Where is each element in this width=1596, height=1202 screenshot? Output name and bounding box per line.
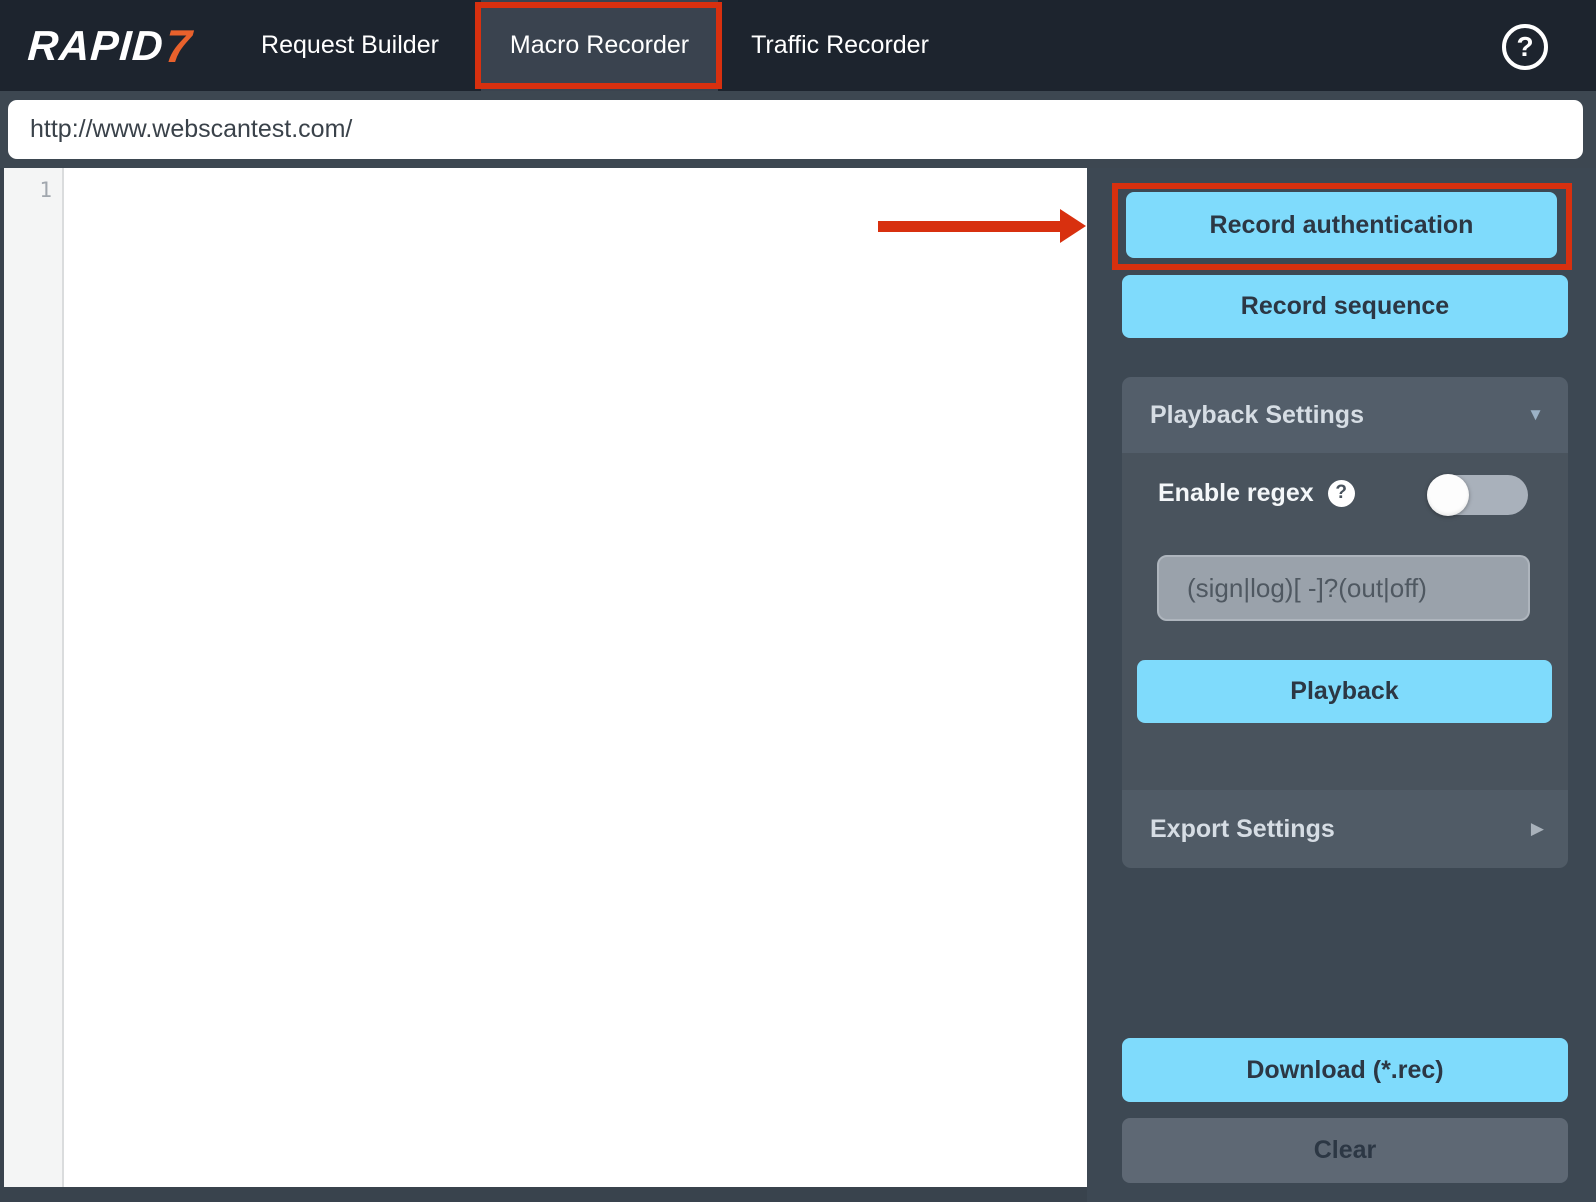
enable-regex-toggle[interactable] [1427,474,1528,516]
playback-settings-header[interactable]: Playback Settings ▼ [1122,377,1568,453]
logo-seven-icon: 7 [163,19,195,72]
tab-request-builder[interactable]: Request Builder [250,0,450,91]
record-sequence-button[interactable]: Record sequence [1122,275,1568,338]
logo-text: RAPID [26,21,166,69]
annotation-arrow-head [1060,209,1086,243]
rapid7-logo: RAPID 7 [25,0,196,91]
tab-traffic-recorder[interactable]: Traffic Recorder [730,0,950,91]
question-mark-glyph: ? [1516,31,1534,62]
tab-macro-recorder[interactable]: Macro Recorder [481,0,718,91]
record-authentication-button[interactable]: Record authentication [1126,192,1557,258]
settings-panel: Playback Settings ▼ Enable regex ? Playb… [1122,377,1568,868]
line-number: 1 [39,178,52,202]
toggle-knob [1427,474,1469,516]
clear-button[interactable]: Clear [1122,1118,1568,1183]
playback-settings-body: Enable regex ? Playback [1122,453,1568,790]
tab-label: Request Builder [261,31,439,59]
tab-label: Macro Recorder [509,31,690,59]
tab-label: Traffic Recorder [751,31,929,59]
enable-regex-label: Enable regex [1158,478,1314,507]
playback-settings-title: Playback Settings [1150,400,1364,429]
chevron-right-icon: ▶ [1530,819,1544,838]
macro-editor[interactable]: 1 [4,168,1087,1187]
export-settings-title: Export Settings [1150,814,1335,843]
annotation-arrow [878,221,1062,232]
line-number-gutter: 1 [4,168,64,1187]
download-rec-button[interactable]: Download (*.rec) [1122,1038,1568,1102]
url-input[interactable] [8,100,1583,159]
top-navigation-bar: RAPID 7 Request Builder Macro Recorder Tr… [0,0,1596,91]
sidebar: Record authentication Record sequence Pl… [1087,168,1596,1202]
chevron-down-icon: ▼ [1527,405,1544,424]
playback-button[interactable]: Playback [1137,660,1552,723]
export-settings-header[interactable]: Export Settings ▶ [1122,790,1568,868]
regex-help-icon[interactable]: ? [1327,479,1355,507]
editor-content[interactable] [64,168,1087,1187]
help-icon[interactable]: ? [1502,24,1548,70]
main-area: 1 Record authentication Record sequence … [0,168,1596,1202]
regex-pattern-input[interactable] [1157,555,1530,621]
url-bar-row [0,91,1596,168]
